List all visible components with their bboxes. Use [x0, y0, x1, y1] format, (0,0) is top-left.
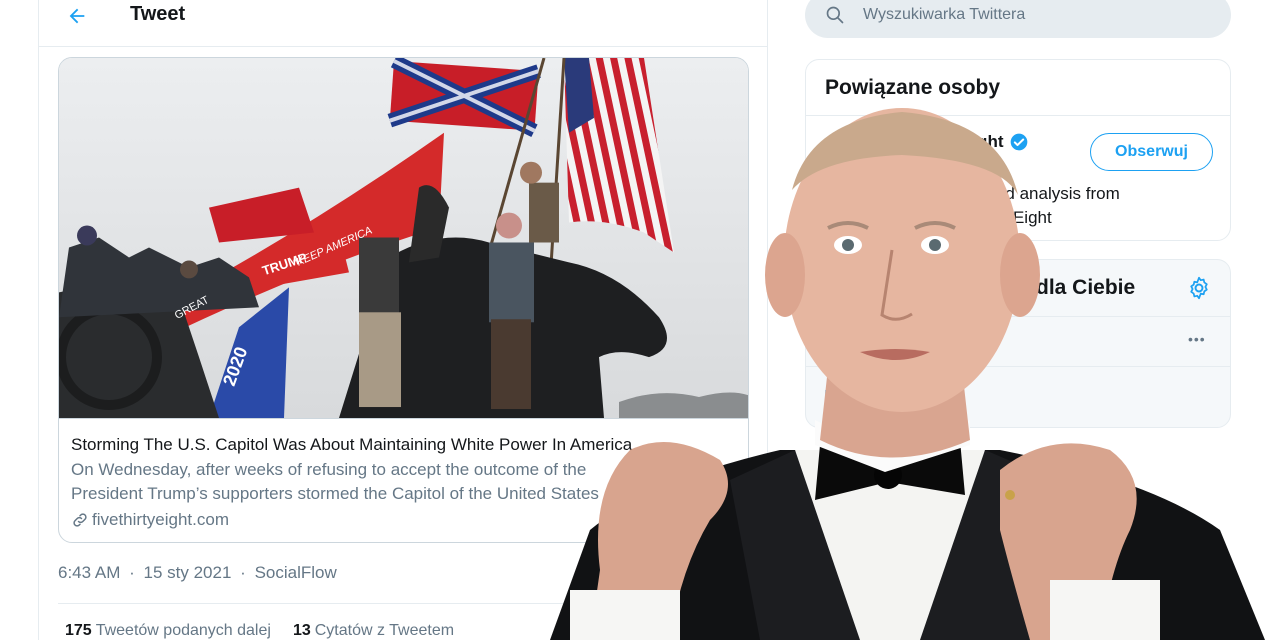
tweet-header: Tweet — [39, 0, 767, 47]
tweet-meta: 6:43 AM · 15 sty 2021 · SocialFlow — [58, 563, 341, 583]
link-icon — [73, 513, 87, 527]
tweet-time[interactable]: 6:43 AM — [58, 563, 120, 582]
quotes-count: 13 — [292, 622, 311, 639]
meta-separator: · — [129, 563, 135, 582]
quotes-label: Cytatów z Tweetem — [314, 622, 455, 639]
retweets-count: 175 — [65, 622, 92, 639]
retweets-stat[interactable]: 175 Tweetów podanych dalej — [65, 622, 271, 640]
search-placeholder: Wyszukiwarka Twittera — [863, 6, 1026, 23]
card-domain-text: fivethirtyeight.com — [92, 510, 229, 529]
search-icon — [826, 6, 844, 24]
page-title: Tweet — [130, 3, 186, 25]
retweets-label: Tweetów podanych dalej — [95, 622, 271, 639]
search-input[interactable]: Wyszukiwarka Twittera — [805, 0, 1231, 38]
quotes-stat[interactable]: 13 Cytatów z Tweetem — [293, 622, 454, 640]
arrow-left-icon — [69, 8, 85, 24]
meta-separator: · — [240, 563, 246, 582]
overlay-person-photo — [550, 108, 1265, 640]
tweet-stats: 175 Tweetów podanych dalej 13 Cytatów z Tw… — [65, 622, 454, 640]
back-button[interactable] — [61, 2, 93, 30]
tweet-date[interactable]: 15 sty 2021 — [144, 563, 232, 582]
tweet-source[interactable]: SocialFlow — [255, 563, 337, 582]
